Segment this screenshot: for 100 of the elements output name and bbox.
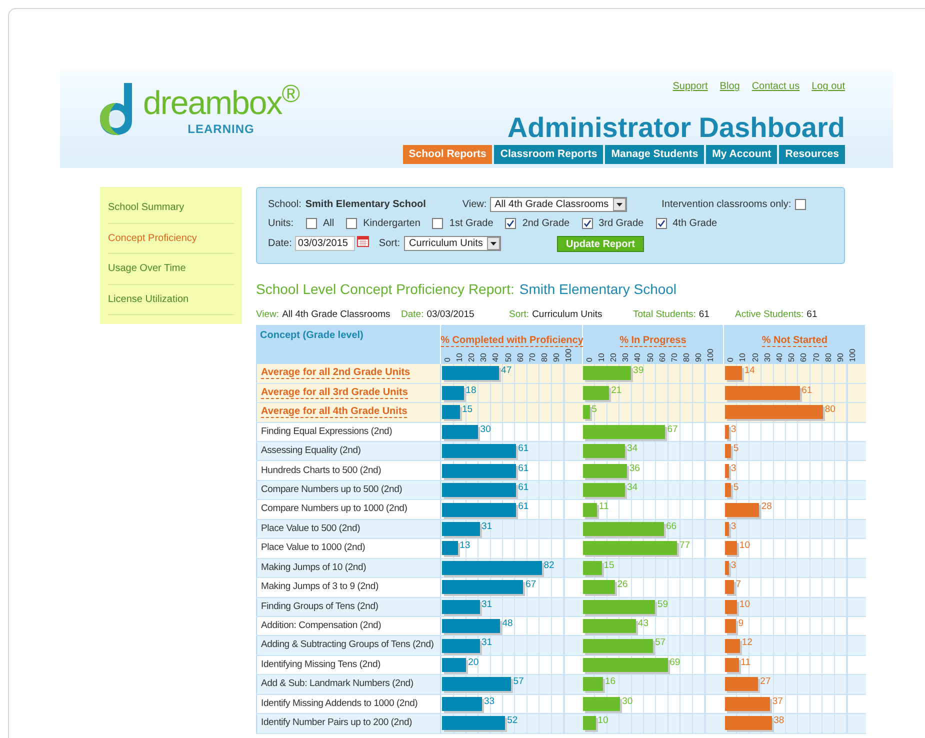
summary-label: Date: [401,308,424,322]
unit-label: 4th Grade [672,217,718,231]
nav-tab[interactable]: Resources [779,145,845,164]
axis-tick-label: 70 [526,352,538,362]
sort-dropdown[interactable]: Curriculum Units [404,236,501,251]
bar-value: 37 [772,694,783,709]
concept-name: Hundreds Charts to 500 (2nd) [261,464,382,478]
calendar-icon[interactable] [356,235,369,247]
checkbox[interactable] [505,218,516,229]
bar-value: 61 [518,462,529,476]
header-link[interactable]: Log out [812,79,845,94]
bar-value: 30 [480,422,491,437]
logo-tagline: LEARNING [188,121,254,138]
axis-tick-label: 50 [786,352,798,362]
nav-tab[interactable]: Manage Students [605,145,704,164]
column-title[interactable]: % In Progress [620,335,686,348]
units-label: Units: [268,217,295,231]
summary-value: 03/03/2015 [426,308,474,322]
bar-value: 3 [730,462,736,476]
bar-value: 31 [482,636,492,650]
sort-label: Sort: [378,237,400,251]
axis-tick-label: 80 [681,352,692,362]
bar-value: 7 [736,578,742,592]
axis-tick-label: 30 [478,352,490,362]
column-title[interactable]: % Not Started [762,335,828,348]
report-school-name: Smith Elementary School [519,280,677,299]
checkbox[interactable] [432,218,444,229]
report-title: School Level Concept Proficiency Report: [256,280,514,299]
school-label: School: [268,198,302,212]
sidebar-item[interactable]: License Utilization [108,284,234,315]
bar-value: 3 [730,422,736,437]
concept-name: Making Jumps of 3 to 9 (2nd) [261,580,378,594]
axis-tick-label: 70 [668,352,680,362]
bar-value: 82 [544,558,554,573]
bar-value: 28 [761,500,772,514]
sidebar-item[interactable]: Usage Over Time [108,254,234,284]
bar-value: 31 [482,520,492,534]
summary-label: View: [256,308,280,322]
date-field[interactable]: 03/03/2015 [294,236,355,251]
axis-tick-label: 20 [750,352,761,362]
axis-tick-label: 90 [551,352,562,362]
view-dropdown[interactable]: All 4th Grade Classrooms [490,197,627,212]
bar-value: 31 [482,598,492,612]
bar-value: 26 [617,578,628,592]
bar-value: 34 [626,442,638,456]
nav-tab[interactable]: Classroom Reports [494,145,604,164]
bar-value: 21 [611,384,622,398]
bar-value: 5 [592,403,597,418]
concept-name: Addition: Compensation (2nd) [261,619,382,634]
sidebar-item[interactable]: School Summary [108,193,234,224]
axis-tick-label: 50 [644,352,656,362]
summary-label: Sort: [509,308,530,322]
unit-label: 1st Grade [449,217,494,231]
average-link[interactable]: Average for all 3rd Grade Units [261,386,408,399]
bar-value: 16 [604,675,616,690]
bar-value: 10 [739,598,750,612]
school-name: Smith Elementary School [305,198,427,212]
unit-label: Kindergarten [363,217,420,231]
checkbox[interactable] [346,218,358,229]
checkbox[interactable] [582,218,593,229]
header-link[interactable]: Contact us [752,79,800,94]
bar-value: 3 [730,520,736,534]
summary-value: 61 [806,308,818,322]
checkbox[interactable] [656,218,667,229]
unit-label: 3rd Grade [598,217,644,231]
axis-tick-label: 0 [442,356,453,362]
axis-tick-label: 0 [725,356,736,362]
axis-tick-label: 90 [834,352,846,362]
average-link[interactable]: Average for all 4th Grade Units [261,406,408,418]
checkbox[interactable] [795,199,806,210]
bar-value: 67 [525,578,536,592]
checkbox[interactable] [306,218,317,229]
unit-label: 2nd Grade [522,217,570,231]
axis-tick-label: 100 [847,348,858,362]
bar-value: 52 [507,714,518,728]
concept-name: Place Value to 1000 (2nd) [261,541,366,556]
update-report-button[interactable]: Update Report [557,236,644,252]
axis-tick-label: 70 [810,352,822,362]
concept-header: Concept (Grade level) [256,325,441,364]
bar-value: 61 [518,442,529,456]
nav-tab[interactable]: School Reports [402,145,492,164]
nav-tab[interactable]: My Account [706,145,778,164]
axis-tick-label: 40 [774,352,786,362]
axis-tick-label: 80 [822,352,834,362]
average-link[interactable]: Average for all 2nd Grade Units [261,367,410,380]
concept-name: Identifying Missing Tens (2nd) [261,658,380,672]
bar-value: 5 [733,480,739,495]
bar-value: 59 [657,598,668,612]
bar-value: 14 [744,364,755,378]
view-label: View: [462,198,487,212]
bar-value: 10 [598,714,608,728]
sidebar-item[interactable]: Concept Proficiency [108,224,234,254]
bar-value: 11 [740,656,751,670]
axis-tick-label: 100 [563,348,574,362]
header-link[interactable]: Support [672,79,708,94]
summary-label: Active Students: [735,308,804,322]
concept-name: Adding & Subtracting Groups of Tens (2nd) [261,638,434,652]
header-link[interactable]: Blog [720,79,740,94]
bar-value: 33 [484,694,495,709]
axis-tick-label: 30 [762,352,773,362]
